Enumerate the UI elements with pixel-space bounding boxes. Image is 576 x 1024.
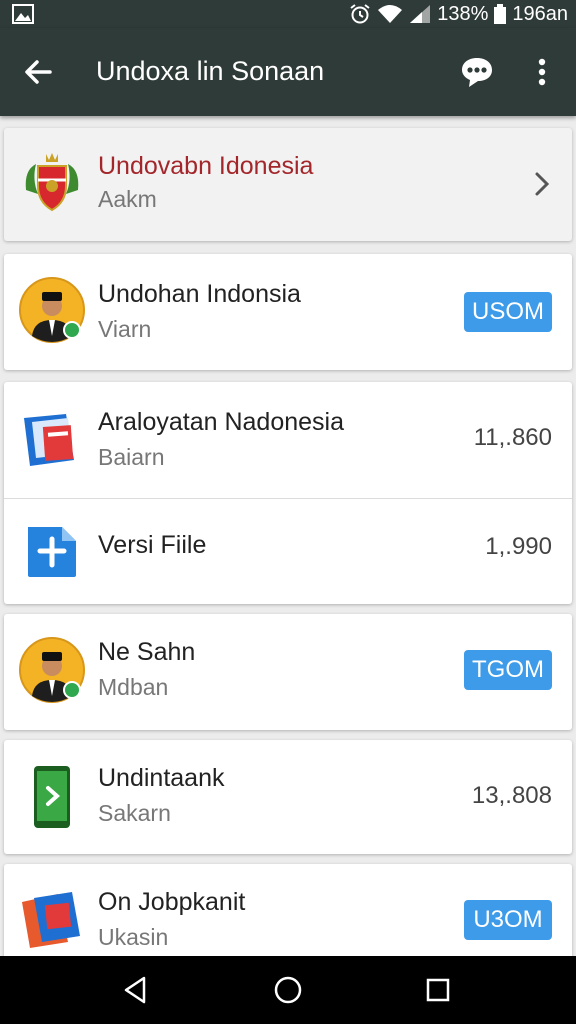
signal-icon bbox=[410, 5, 431, 23]
action-button[interactable]: U3OM bbox=[464, 900, 552, 940]
battery-text: 138% bbox=[437, 2, 489, 25]
file-icon bbox=[28, 527, 76, 577]
item-title: Araloyatan Nadonesia bbox=[98, 408, 344, 436]
list-card: Araloyatan Nadonesia Baiarn 11,.860 Vers… bbox=[4, 382, 572, 604]
app-bar: Undoxa lin Sonaan bbox=[0, 28, 576, 116]
item-title: Undohan Indonsia bbox=[98, 280, 301, 308]
list-item[interactable]: On Jobpkanit Ukasin U3OM bbox=[4, 864, 572, 956]
list-item[interactable]: Undohan Indonsia Viarn USOM bbox=[4, 254, 572, 370]
package-icon bbox=[22, 892, 80, 948]
page-title: Undoxa lin Sonaan bbox=[96, 56, 325, 86]
list-item[interactable]: Araloyatan Nadonesia Baiarn 11,.860 bbox=[4, 382, 572, 498]
more-vert-icon[interactable] bbox=[530, 54, 554, 90]
featured-subtitle: Aakm bbox=[98, 186, 157, 212]
featured-title: Undovabn Idonesia bbox=[98, 152, 314, 180]
nav-home-icon[interactable] bbox=[270, 972, 306, 1008]
package-icon bbox=[24, 414, 74, 466]
alarm-icon bbox=[350, 4, 370, 24]
action-button[interactable]: USOM bbox=[464, 292, 552, 332]
item-title: Undintaank bbox=[98, 764, 225, 792]
chevron-right-icon bbox=[535, 172, 550, 196]
coat-of-arms-icon bbox=[25, 153, 79, 212]
nav-back-icon[interactable] bbox=[118, 972, 154, 1008]
chat-icon[interactable] bbox=[458, 54, 496, 90]
item-value: 11,.860 bbox=[473, 424, 552, 451]
list-item[interactable]: Versi Fiile 1,.990 bbox=[4, 499, 572, 604]
featured-card[interactable]: Undovabn Idonesia Aakm bbox=[4, 128, 572, 241]
list-item[interactable]: Ne Sahn Mdban TGOM bbox=[4, 614, 572, 730]
item-title: Versi Fiile bbox=[98, 531, 207, 559]
wifi-icon bbox=[378, 5, 403, 23]
list-card: Undohan Indonsia Viarn USOM bbox=[4, 254, 572, 370]
item-subtitle: Baiarn bbox=[98, 444, 165, 470]
navigation-bar bbox=[0, 956, 576, 1024]
phone-icon bbox=[34, 766, 70, 828]
item-value: 13,.808 bbox=[471, 782, 552, 809]
item-subtitle: Viarn bbox=[98, 316, 152, 342]
nav-recents-icon[interactable] bbox=[420, 972, 456, 1008]
list-card: On Jobpkanit Ukasin U3OM bbox=[4, 864, 572, 964]
item-title: Ne Sahn bbox=[98, 638, 196, 666]
status-bar: 138% 196an bbox=[0, 0, 576, 28]
avatar bbox=[19, 637, 85, 703]
item-subtitle: Mdban bbox=[98, 674, 169, 700]
item-title: On Jobpkanit bbox=[98, 888, 246, 916]
item-subtitle: Ukasin bbox=[98, 924, 169, 950]
item-value: 1,.990 bbox=[485, 533, 552, 560]
back-arrow-icon[interactable] bbox=[20, 54, 56, 90]
item-subtitle: Sakarn bbox=[98, 800, 171, 826]
list-card: Undintaank Sakarn 13,.808 bbox=[4, 740, 572, 854]
clock: 196an bbox=[512, 2, 568, 25]
gallery-icon bbox=[12, 4, 34, 24]
battery-icon bbox=[494, 4, 507, 24]
list-item[interactable]: Undintaank Sakarn 13,.808 bbox=[4, 740, 572, 854]
avatar bbox=[19, 277, 85, 343]
list-card: Ne Sahn Mdban TGOM bbox=[4, 614, 572, 730]
action-button[interactable]: TGOM bbox=[464, 650, 552, 690]
